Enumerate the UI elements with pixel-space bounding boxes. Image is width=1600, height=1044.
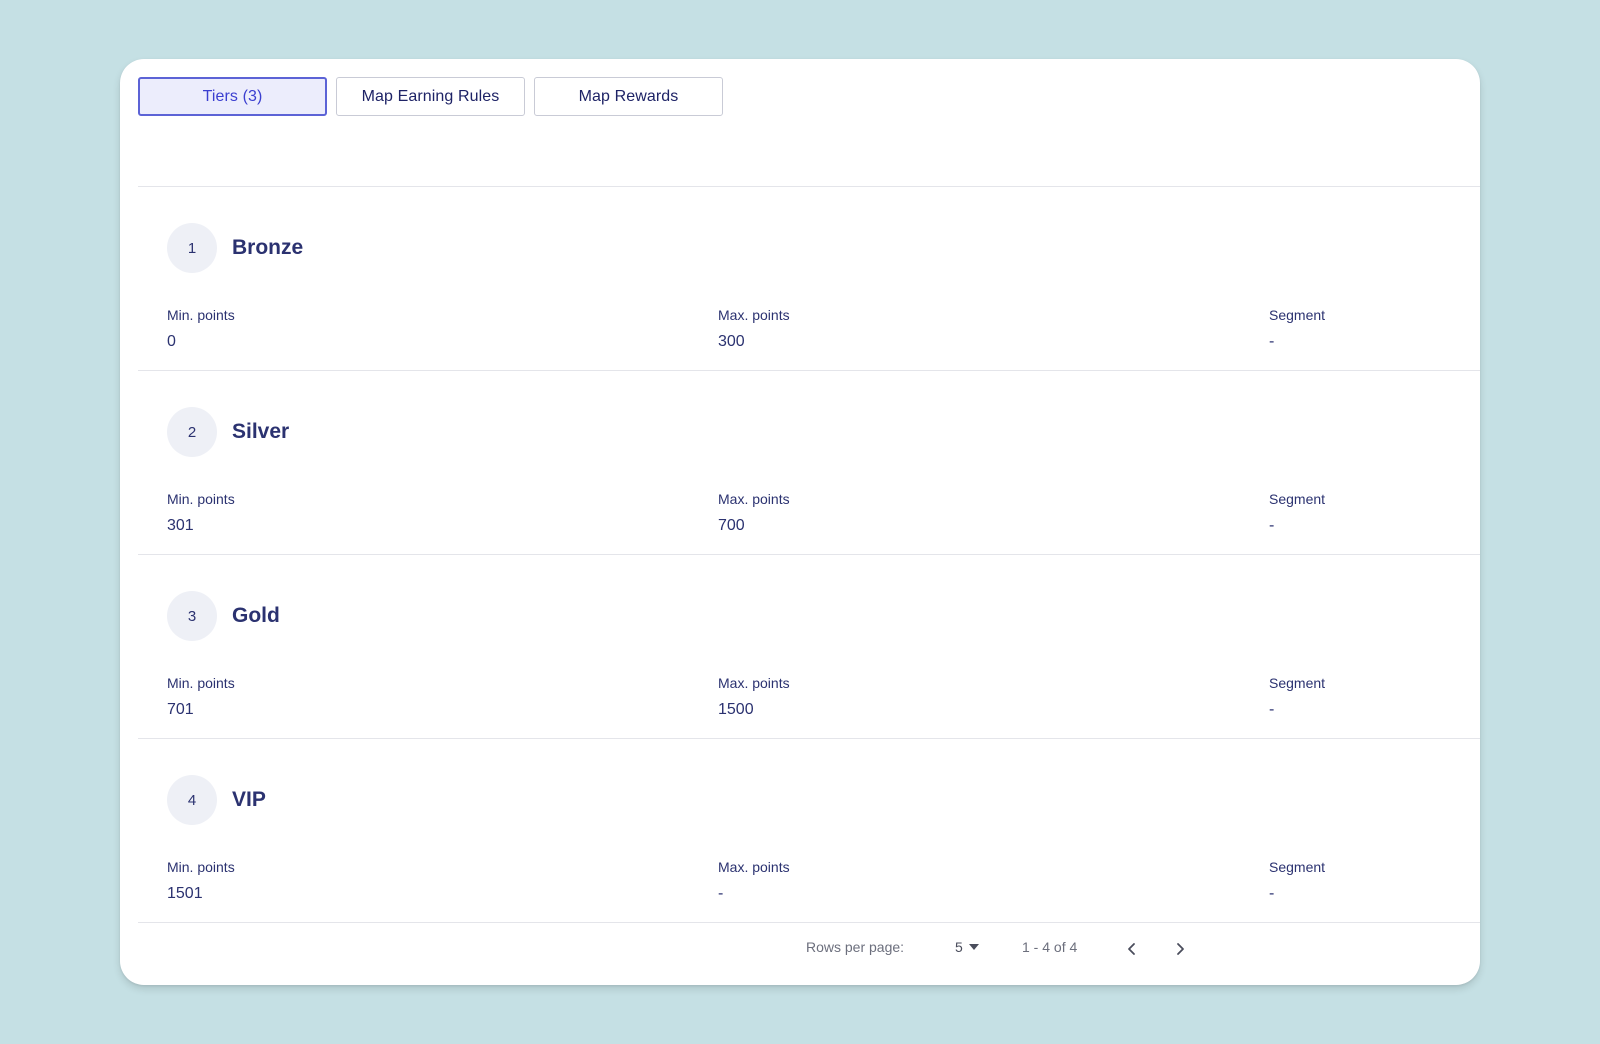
next-page-button[interactable]	[1168, 937, 1192, 961]
min-points-value: 301	[167, 517, 194, 534]
segment-label: Segment	[1269, 307, 1326, 323]
min-points-label: Min. points	[167, 675, 235, 691]
segment-value: -	[1269, 701, 1275, 718]
tiers-card: Tiers (3) Map Earning Rules Map Rewards …	[120, 59, 1480, 985]
max-points-label: Max. points	[718, 491, 790, 507]
max-points-value: 300	[718, 333, 745, 350]
tier-header: 4 VIP	[167, 775, 266, 825]
tier-header: 3 Gold	[167, 591, 280, 641]
tier-name: Silver	[232, 420, 290, 443]
tier-row: 4 VIP Min. points 1501 Max. points - Seg…	[138, 739, 1480, 923]
min-points-label: Min. points	[167, 307, 235, 323]
max-points-value: 700	[718, 517, 745, 534]
caret-down-icon	[968, 944, 979, 950]
rows-per-page-value: 5	[955, 939, 963, 955]
tier-number-badge: 1	[167, 223, 217, 273]
page-range: 1 - 4 of 4	[1022, 939, 1078, 955]
tab-tiers[interactable]: Tiers (3)	[138, 77, 327, 116]
pagination: Rows per page: 5 1 - 4 of 4	[120, 921, 1480, 981]
max-points-field: Max. points 1500	[718, 675, 790, 719]
max-points-value: 1500	[718, 701, 754, 718]
max-points-field: Max. points 700	[718, 491, 790, 535]
max-points-label: Max. points	[718, 859, 790, 875]
segment-field: Segment -	[1269, 675, 1325, 719]
tier-header: 1 Bronze	[167, 223, 303, 273]
tier-name: VIP	[232, 788, 266, 811]
min-points-field: Min. points 1501	[167, 859, 235, 903]
segment-label: Segment	[1269, 675, 1326, 691]
segment-field: Segment -	[1269, 859, 1325, 903]
previous-page-button[interactable]	[1120, 937, 1144, 961]
tier-name: Bronze	[232, 236, 304, 259]
rows-per-page-select[interactable]: 5	[955, 939, 979, 955]
segment-field: Segment -	[1269, 491, 1325, 535]
min-points-value: 701	[167, 701, 194, 718]
tier-number-badge: 4	[167, 775, 217, 825]
segment-value: -	[1269, 333, 1275, 350]
tier-number-badge: 3	[167, 591, 217, 641]
segment-label: Segment	[1269, 859, 1326, 875]
segment-label: Segment	[1269, 491, 1326, 507]
tier-name: Gold	[232, 604, 280, 627]
min-points-field: Min. points 301	[167, 491, 235, 535]
min-points-field: Min. points 701	[167, 675, 235, 719]
min-points-label: Min. points	[167, 859, 235, 875]
tab-map-rewards[interactable]: Map Rewards	[534, 77, 723, 116]
min-points-field: Min. points 0	[167, 307, 235, 351]
segment-value: -	[1269, 517, 1275, 534]
tier-header: 2 Silver	[167, 407, 289, 457]
tab-bar: Tiers (3) Map Earning Rules Map Rewards	[138, 77, 723, 116]
min-points-value: 1501	[167, 885, 203, 902]
max-points-label: Max. points	[718, 307, 790, 323]
tab-map-earning-rules[interactable]: Map Earning Rules	[336, 77, 525, 116]
max-points-field: Max. points -	[718, 859, 790, 903]
tier-row: 1 Bronze Min. points 0 Max. points 300 S…	[138, 187, 1480, 371]
tier-row: 3 Gold Min. points 701 Max. points 1500 …	[138, 555, 1480, 739]
tier-number-badge: 2	[167, 407, 217, 457]
segment-value: -	[1269, 885, 1275, 902]
rows-per-page-label: Rows per page:	[806, 939, 905, 955]
max-points-field: Max. points 300	[718, 307, 790, 351]
min-points-value: 0	[167, 333, 176, 350]
min-points-label: Min. points	[167, 491, 235, 507]
tier-row: 2 Silver Min. points 301 Max. points 700…	[138, 371, 1480, 555]
max-points-label: Max. points	[718, 675, 790, 691]
segment-field: Segment -	[1269, 307, 1325, 351]
chevron-left-icon	[1128, 943, 1135, 955]
chevron-right-icon	[1177, 943, 1184, 955]
max-points-value: -	[718, 885, 724, 902]
